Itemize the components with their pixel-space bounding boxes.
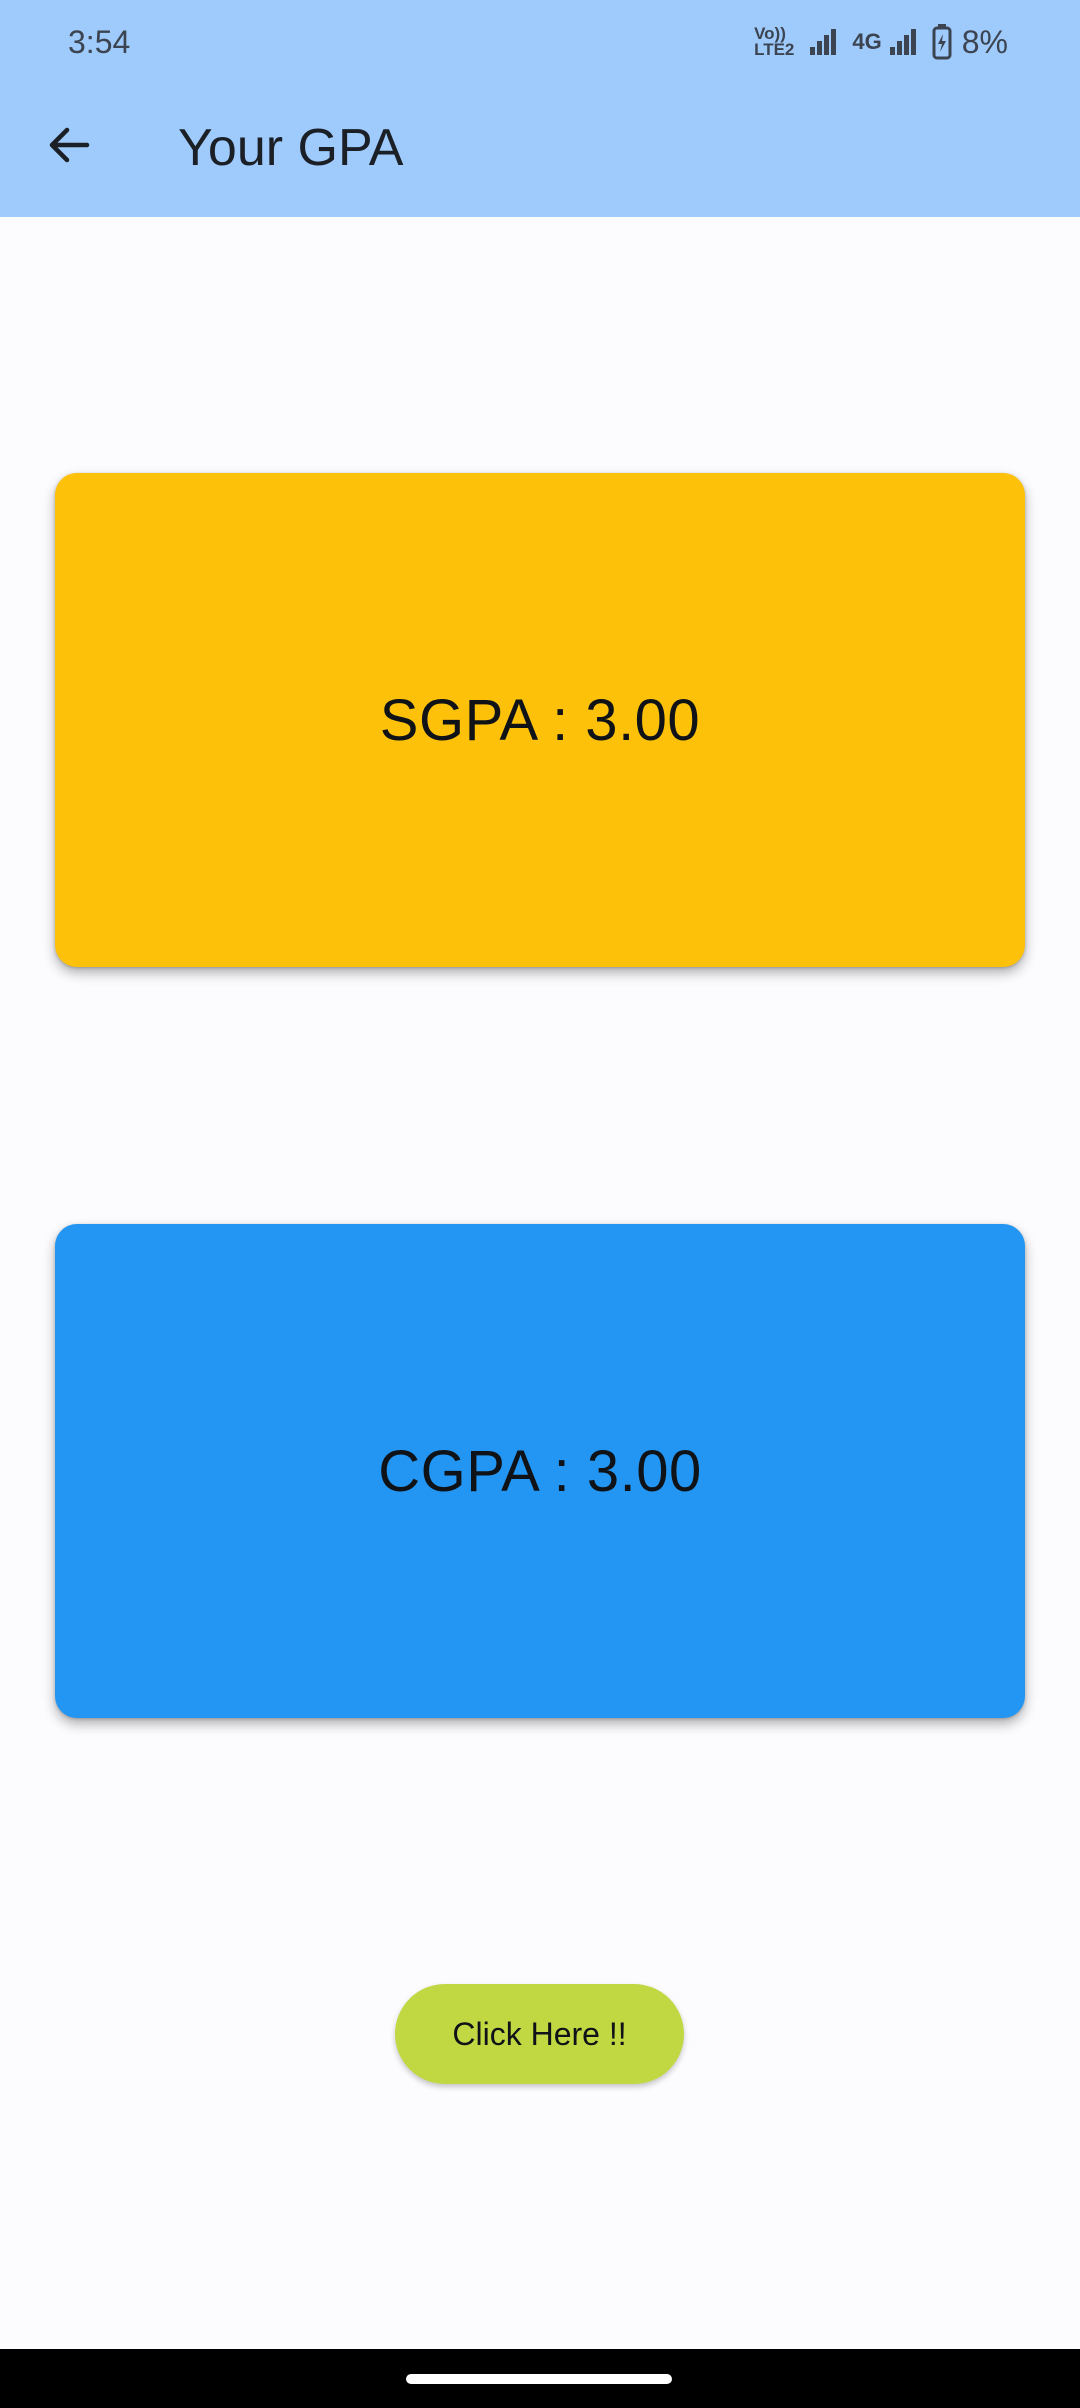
sgpa-value: SGPA : 3.00	[379, 687, 701, 753]
back-button[interactable]	[30, 108, 108, 186]
click-here-button[interactable]: Click Here !!	[395, 1984, 684, 2084]
cgpa-card: CGPA : 3.00	[55, 1224, 1025, 1718]
volte-indicator: Vo)) LTE2	[754, 24, 795, 59]
battery-icon	[932, 24, 952, 60]
signal-icon-secondary	[888, 27, 918, 57]
home-indicator[interactable]	[406, 2374, 672, 2384]
page-title: Your GPA	[178, 119, 404, 177]
app-bar: 3:54 Vo)) LTE2 4G 8% Your GPA	[0, 0, 1080, 217]
status-time: 3:54	[68, 24, 131, 60]
sgpa-card: SGPA : 3.00	[55, 473, 1025, 967]
cgpa-value: CGPA : 3.00	[378, 1438, 702, 1504]
battery-percent: 8%	[961, 24, 1008, 60]
signal-icon	[808, 27, 838, 57]
arrow-left-icon	[45, 121, 93, 174]
network-type: 4G	[852, 29, 882, 54]
status-icons: Vo)) LTE2 4G 8%	[754, 18, 1008, 66]
